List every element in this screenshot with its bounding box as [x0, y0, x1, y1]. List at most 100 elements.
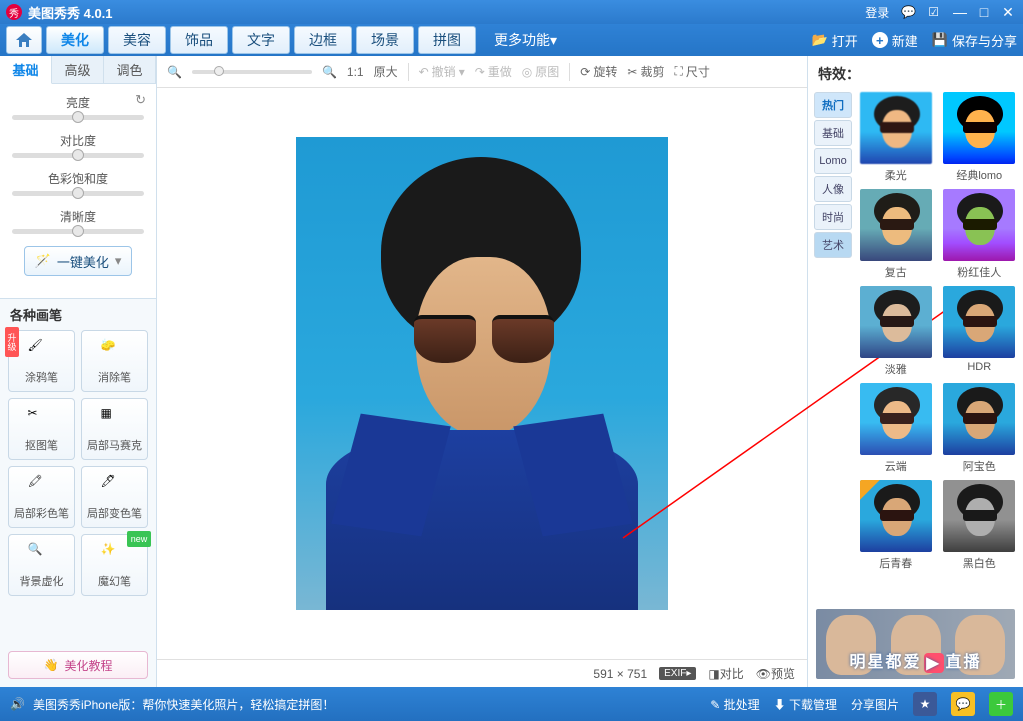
tab-collage[interactable]: 拼图: [418, 26, 476, 54]
brush-4[interactable]: 🖍 局部彩色笔: [8, 466, 75, 528]
effect-label: 柔光: [885, 167, 907, 183]
effect-5[interactable]: HDR: [942, 286, 1018, 377]
effect-thumb: [943, 383, 1015, 455]
login-link[interactable]: 登录: [865, 4, 889, 21]
exif-button[interactable]: EXIF▸: [659, 667, 696, 680]
slider-2: 色彩饱和度: [12, 170, 144, 196]
effect-thumb: [943, 480, 1015, 552]
compare-button[interactable]: ◨对比: [708, 665, 743, 682]
zoom-11-button[interactable]: 1:1: [347, 65, 364, 79]
brush-1[interactable]: 🧽 消除笔: [81, 330, 148, 392]
effect-cat-4[interactable]: 时尚: [814, 204, 852, 230]
redo-button[interactable]: ↷重做: [475, 63, 512, 80]
effect-cat-0[interactable]: 热门: [814, 92, 852, 118]
speaker-icon[interactable]: 🔊: [10, 697, 25, 711]
brush-icon: 🖌: [28, 338, 56, 366]
slider-label: 对比度: [12, 132, 144, 149]
effect-1[interactable]: 经典lomo: [942, 92, 1018, 183]
bottom-bar: 🔊 美图秀秀iPhone版：帮你快速美化照片，轻松搞定拼图！ ✎ 批处理 ⬇ 下…: [0, 687, 1023, 721]
tab-text[interactable]: 文字: [232, 26, 290, 54]
subtab-basic[interactable]: 基础: [0, 56, 52, 84]
slider-track[interactable]: [12, 115, 144, 120]
preview-button[interactable]: 👁预览: [756, 665, 795, 682]
effect-7[interactable]: 阿宝色: [942, 383, 1018, 474]
app-title: 美图秀秀 4.0.1: [28, 3, 113, 22]
open-button[interactable]: 📂打开: [812, 31, 858, 50]
save-icon: 💾: [932, 32, 948, 48]
slider-3: 清晰度: [12, 208, 144, 234]
download-button[interactable]: ⬇ 下载管理: [774, 696, 837, 713]
effect-label: HDR: [967, 361, 991, 373]
plus-icon: +: [872, 32, 888, 48]
effect-0[interactable]: 柔光: [858, 92, 934, 183]
original-button[interactable]: ◎原图: [522, 63, 560, 80]
crop-button[interactable]: ✂裁剪: [627, 63, 664, 80]
brush-7[interactable]: new ✨ 魔幻笔: [81, 534, 148, 596]
feedback-icon[interactable]: 💬: [901, 5, 916, 19]
tab-beauty[interactable]: 美容: [108, 26, 166, 54]
tab-beautify[interactable]: 美化: [46, 26, 104, 54]
checkbox-icon[interactable]: ☑: [928, 5, 939, 19]
zoom-in-icon[interactable]: 🔍: [322, 65, 337, 79]
zoom-out-icon[interactable]: 🔍: [167, 65, 182, 79]
brush-5[interactable]: 🖊 局部变色笔: [81, 466, 148, 528]
minimize-button[interactable]: ―: [951, 4, 969, 20]
brush-3[interactable]: ▦ 局部马赛克: [81, 398, 148, 460]
add-button[interactable]: ＋: [989, 692, 1013, 716]
home-button[interactable]: [6, 26, 42, 54]
reset-icon[interactable]: ↻: [135, 92, 146, 108]
close-button[interactable]: ✕: [999, 4, 1017, 20]
tab-scene[interactable]: 场景: [356, 26, 414, 54]
tab-frame[interactable]: 边框: [294, 26, 352, 54]
slider-track[interactable]: [12, 191, 144, 196]
effect-4[interactable]: 淡雅: [858, 286, 934, 377]
social-qzone-icon[interactable]: ★: [913, 692, 937, 716]
effect-cat-3[interactable]: 人像: [814, 176, 852, 202]
brush-0[interactable]: 升级 🖌 涂鸦笔: [8, 330, 75, 392]
subtab-color[interactable]: 调色: [104, 56, 156, 83]
save-share-button[interactable]: 💾保存与分享: [932, 31, 1017, 50]
rotate-button[interactable]: ⟳旋转: [580, 63, 617, 80]
effect-cat-2[interactable]: Lomo: [814, 148, 852, 174]
effect-3[interactable]: 粉红佳人: [942, 189, 1018, 280]
effect-cat-1[interactable]: 基础: [814, 120, 852, 146]
effect-thumb: [943, 286, 1015, 358]
size-button[interactable]: ⛶尺寸: [674, 63, 709, 80]
effect-cat-5[interactable]: 艺术: [814, 232, 852, 258]
effect-thumb: [860, 480, 932, 552]
effect-label: 粉红佳人: [957, 264, 1001, 280]
slider-label: 清晰度: [12, 208, 144, 225]
effect-label: 复古: [885, 264, 907, 280]
one-click-beautify-button[interactable]: 🪄一键美化: [24, 246, 132, 276]
effect-label: 后青春: [879, 555, 912, 571]
effect-2[interactable]: 复古: [858, 189, 934, 280]
social-weibo-icon[interactable]: 💬: [951, 692, 975, 716]
brush-icon: 🔍: [28, 542, 56, 570]
effect-thumb: [860, 92, 932, 164]
undo-button[interactable]: ↶撤销▾: [419, 63, 465, 80]
tab-decoration[interactable]: 饰品: [170, 26, 228, 54]
ad-banner[interactable]: 明星都爱▶直播: [816, 609, 1015, 679]
zoom-original-button[interactable]: 原大: [374, 63, 398, 80]
brush-6[interactable]: 🔍 背景虚化: [8, 534, 75, 596]
effect-8[interactable]: 后青春: [858, 480, 934, 571]
tutorial-button[interactable]: 👋美化教程: [8, 651, 148, 679]
slider-track[interactable]: [12, 229, 144, 234]
maximize-button[interactable]: □: [975, 4, 993, 20]
slider-label: 亮度: [12, 94, 144, 111]
menu-bar: 美化 美容 饰品 文字 边框 场景 拼图 更多功能 ▾ 📂打开 +新建 💾保存与…: [0, 24, 1023, 56]
canvas[interactable]: [157, 88, 807, 659]
subtab-advanced[interactable]: 高级: [52, 56, 104, 83]
batch-button[interactable]: ✎ 批处理: [710, 696, 759, 713]
dimensions: 591 × 751: [593, 667, 647, 681]
brush-2[interactable]: ✂ 抠图笔: [8, 398, 75, 460]
brush-icon: 🖍: [28, 474, 56, 502]
effect-9[interactable]: 黑白色: [942, 480, 1018, 571]
tab-more[interactable]: 更多功能 ▾: [480, 26, 571, 54]
effect-6[interactable]: 云端: [858, 383, 934, 474]
zoom-slider[interactable]: [192, 70, 312, 74]
effect-label: 阿宝色: [963, 458, 996, 474]
new-button[interactable]: +新建: [872, 31, 918, 50]
share-image-button[interactable]: 分享图片: [851, 696, 899, 713]
slider-track[interactable]: [12, 153, 144, 158]
